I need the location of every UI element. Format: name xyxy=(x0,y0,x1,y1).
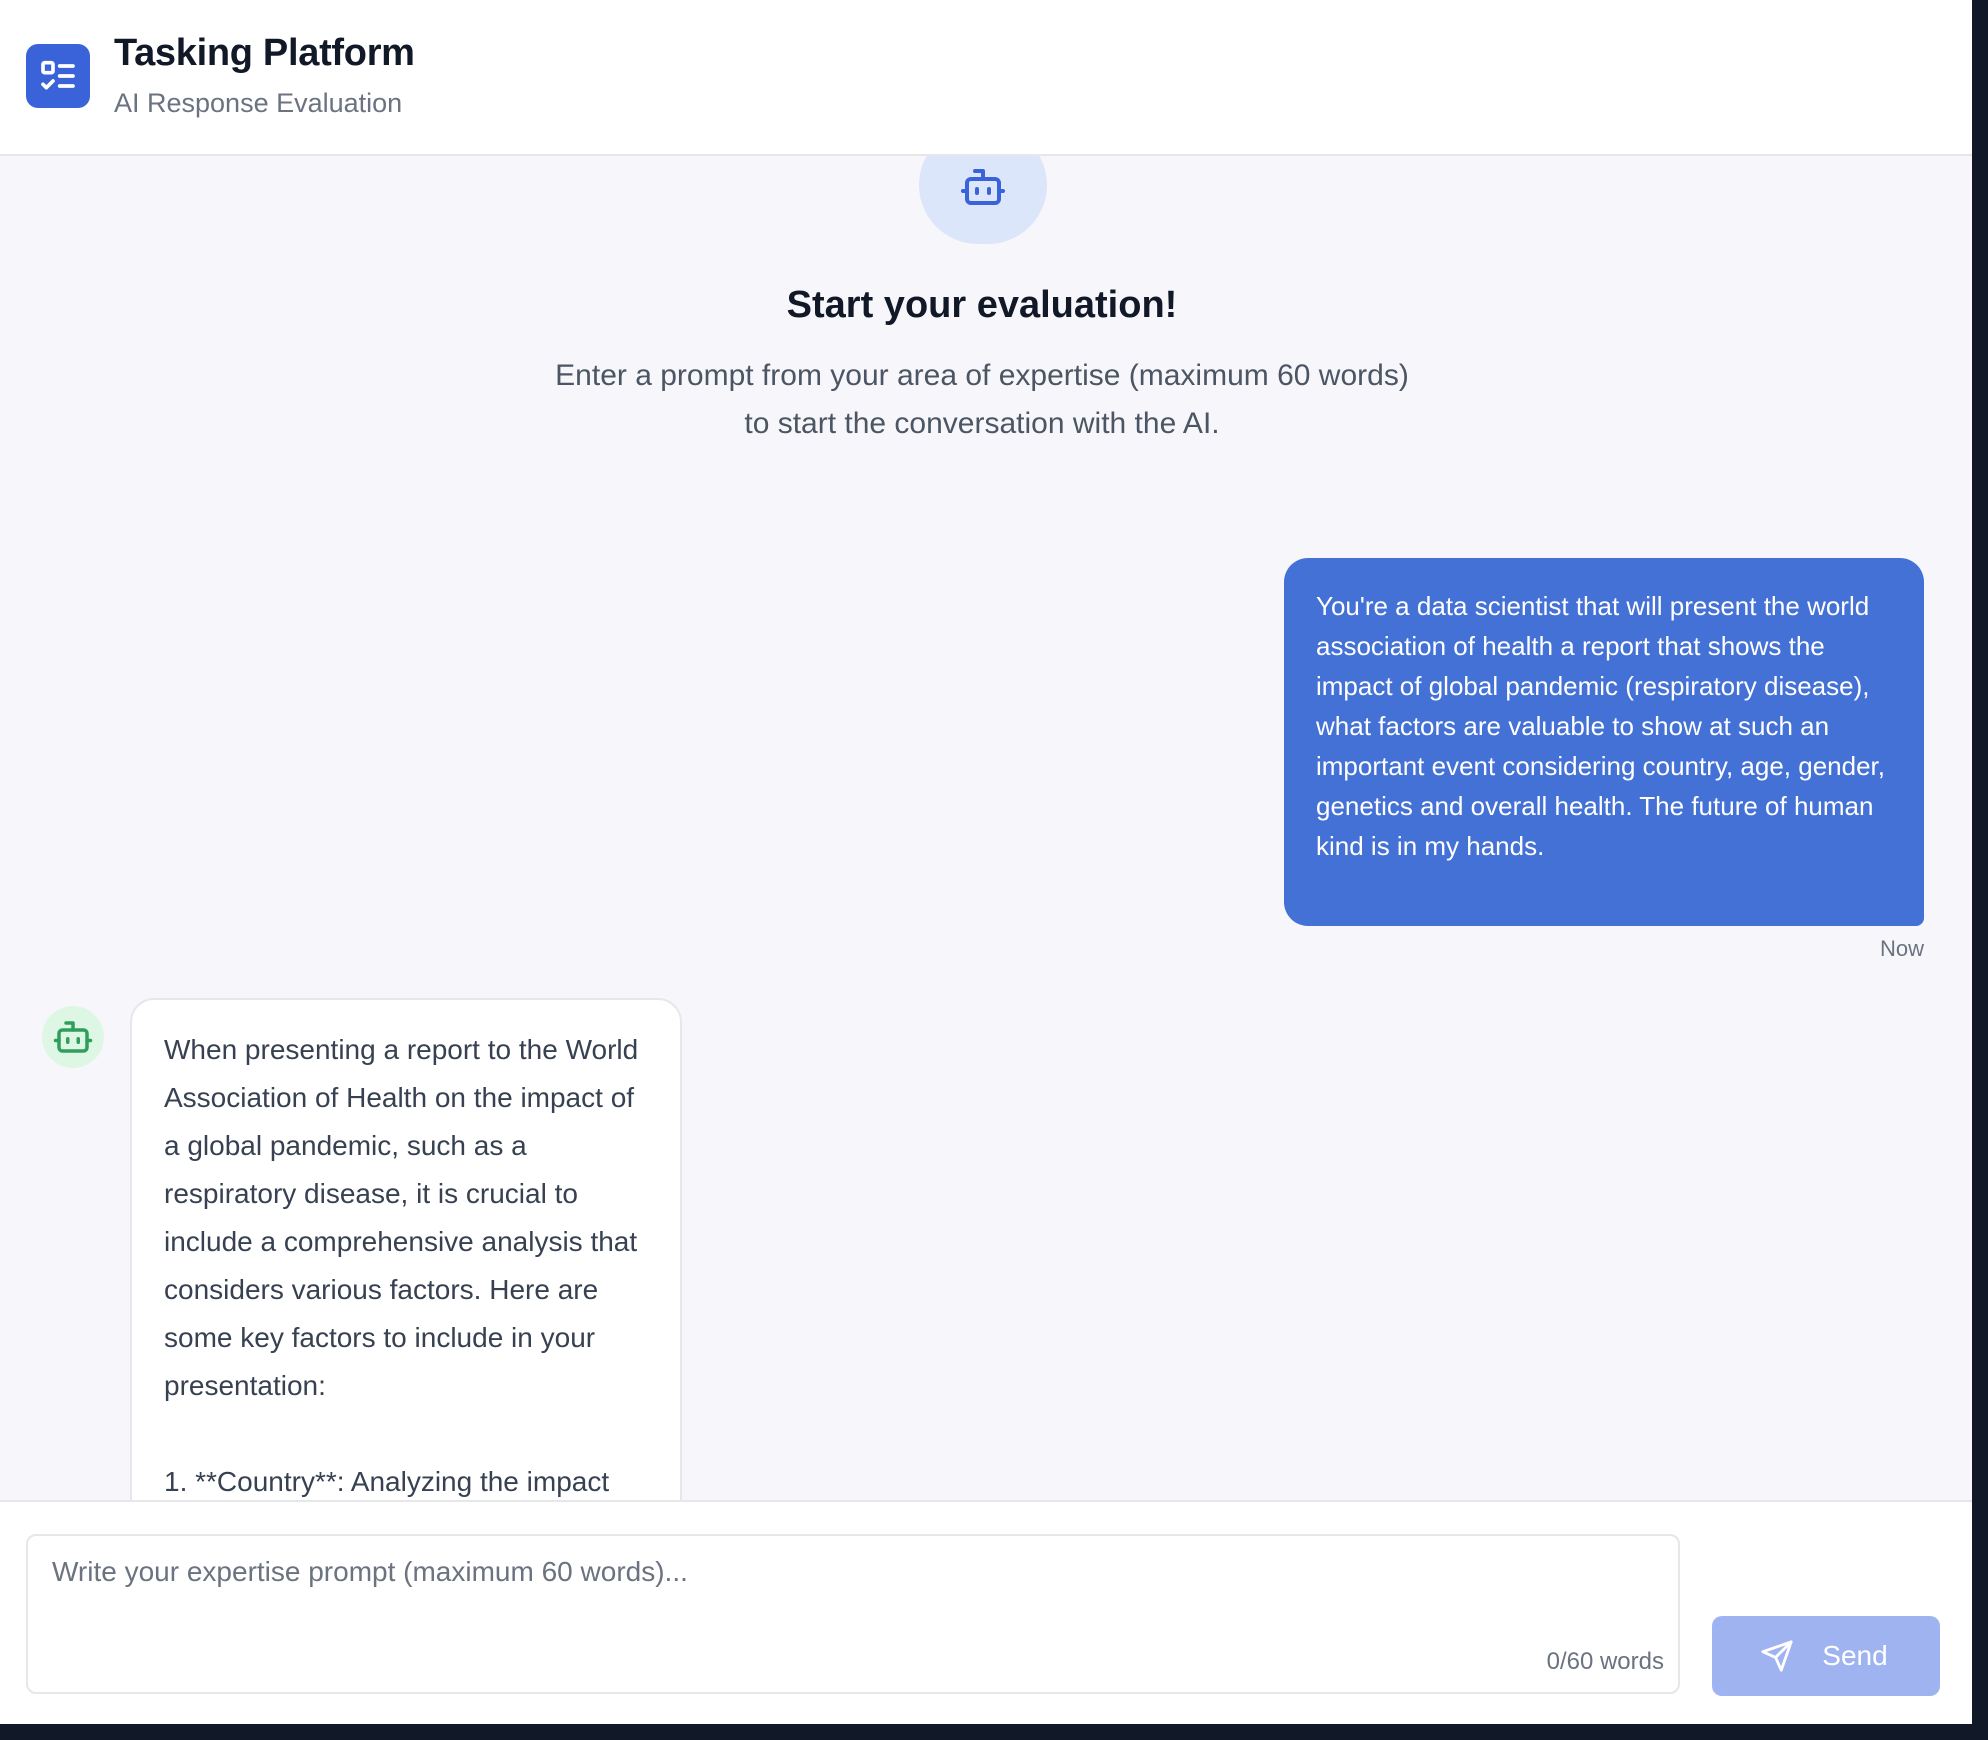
app-title: Tasking Platform xyxy=(114,32,415,74)
prompt-input[interactable] xyxy=(28,1536,1678,1692)
assistant-message: When presenting a report to the World As… xyxy=(130,998,682,1500)
checklist-icon xyxy=(41,60,75,90)
send-icon xyxy=(1761,1640,1793,1672)
user-message: You're a data scientist that will presen… xyxy=(1284,558,1924,926)
prompt-box: 0/60 words xyxy=(26,1534,1680,1694)
send-button[interactable]: Send xyxy=(1712,1616,1940,1696)
robot-icon xyxy=(961,169,1005,205)
message-timestamp: Now xyxy=(1879,936,1924,961)
app-logo xyxy=(26,44,90,108)
app-subtitle: AI Response Evaluation xyxy=(114,88,403,118)
intro-icon-circle xyxy=(919,156,1047,244)
assistant-avatar xyxy=(42,1006,104,1068)
app-window: Tasking Platform AI Response Evaluation … xyxy=(0,0,1972,1724)
composer-bar: 0/60 words Send xyxy=(0,1500,1972,1724)
robot-icon xyxy=(53,1021,93,1053)
intro-title: Start your evaluation! xyxy=(786,284,1178,326)
conversation-area[interactable]: Start your evaluation! Enter a prompt fr… xyxy=(0,156,1972,1500)
intro-description: Enter a prompt from your area of experti… xyxy=(555,359,1409,440)
send-button-label: Send xyxy=(1822,1640,1888,1671)
word-counter: 0/60 words xyxy=(1546,1648,1664,1675)
app-header: Tasking Platform AI Response Evaluation xyxy=(0,0,1972,156)
